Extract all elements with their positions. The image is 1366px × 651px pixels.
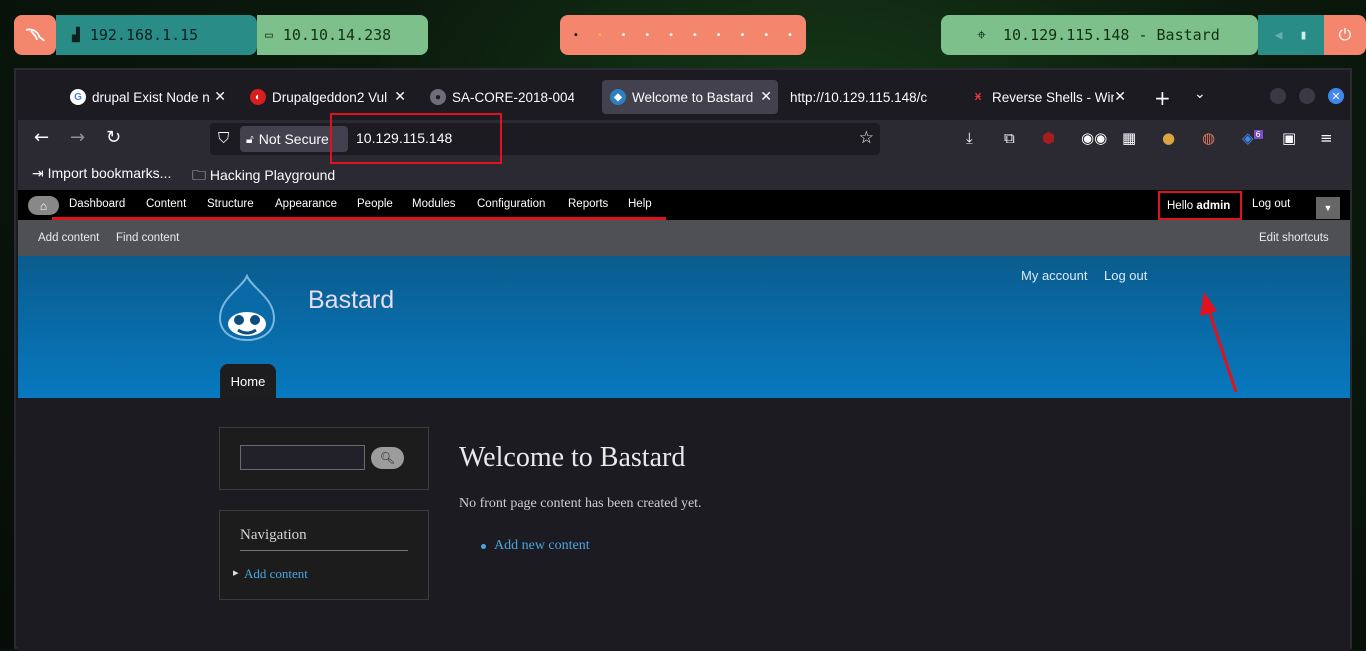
container-icon[interactable]: ▣ xyxy=(1282,129,1296,147)
import-icon: ⇥ xyxy=(32,165,44,181)
tab-sa-core[interactable]: ● SA-CORE-2018-004/ xyxy=(422,80,592,114)
workspace-5[interactable]: • xyxy=(668,30,674,41)
wappalyzer-icon[interactable]: ◈ 6 xyxy=(1242,129,1263,147)
tab-label: Drupalgeddon2 Vul xyxy=(272,89,388,105)
workspace-6[interactable]: • xyxy=(692,30,698,41)
tab-label: SA-CORE-2018-004/ xyxy=(452,89,574,105)
maximize-button[interactable] xyxy=(1299,88,1315,104)
desktop: ▟ 192.168.1.15 ▭ 10.10.14.238 • • • • • … xyxy=(0,0,1366,651)
shield-icon[interactable]: ⛉ xyxy=(218,129,229,147)
volume-icon: ◀ xyxy=(1274,27,1283,43)
browser-window: G drupal Exist Node n ✕ ◐ Drupalgeddon2 … xyxy=(14,68,1352,651)
bookmark-folder-hacking[interactable]: 🗀︎ Hacking Playground xyxy=(192,165,335,189)
extensions-icon[interactable]: ⧉ xyxy=(1004,129,1015,147)
download-icon[interactable]: ⤓ xyxy=(966,129,973,147)
drupal-icon: ◆ xyxy=(610,89,626,105)
status-widget: ◀ ▮ xyxy=(1258,15,1324,55)
local-ip-widget: ▟ 192.168.1.15 xyxy=(56,15,257,55)
workspace-9[interactable]: • xyxy=(763,30,769,41)
kali-dragon-icon xyxy=(25,28,45,42)
tab-http-target[interactable]: http://10.129.115.148/c xyxy=(782,80,942,114)
close-tab-icon[interactable]: ✕ xyxy=(760,88,772,105)
tab-label: http://10.129.115.148/c xyxy=(790,89,928,105)
google-icon: G xyxy=(70,89,86,105)
cookie-icon[interactable]: ● xyxy=(1162,129,1175,147)
not-secure-label: Not Secure xyxy=(258,131,329,147)
bookmark-folder-label: Hacking Playground xyxy=(209,167,336,183)
ublock-icon[interactable]: ⬢ xyxy=(1042,129,1055,147)
close-tab-icon[interactable]: ✕ xyxy=(214,88,226,105)
chevron-down-icon[interactable]: ⌄ xyxy=(1194,86,1206,102)
workspace-7[interactable]: • xyxy=(716,30,722,41)
folder-icon: 🗀︎ xyxy=(192,167,206,183)
network-icon: ▟ xyxy=(72,27,80,43)
workspace-8[interactable]: • xyxy=(739,30,745,41)
vpn-ip-widget: ▭ 10.10.14.238 xyxy=(257,15,428,55)
bookmarks-bar: ⇥ Import bookmarks... 🗀︎ Hacking Playgro… xyxy=(18,158,1350,190)
tab-drupal-exist-node[interactable]: G drupal Exist Node n ✕ xyxy=(62,80,232,114)
github-icon: ● xyxy=(430,89,446,105)
new-tab-icon[interactable]: + xyxy=(1154,86,1171,110)
close-tab-icon[interactable]: ✕ xyxy=(394,88,406,105)
foxyproxy-icon[interactable]: ◍ xyxy=(1202,129,1215,147)
page-viewport: ⌂ Dashboard Content Structure Appearance… xyxy=(18,190,1350,651)
workspace-10[interactable]: • xyxy=(787,30,793,41)
hacktricks-icon: Ӿ xyxy=(974,91,982,103)
minimize-button[interactable] xyxy=(1270,88,1286,104)
badge-count: 6 xyxy=(1253,130,1263,139)
qr-code-icon[interactable]: ▦ xyxy=(1122,129,1136,147)
tab-label: drupal Exist Node n xyxy=(92,89,210,105)
tab-reverse-shells[interactable]: Ӿ Reverse Shells - Win ✕ xyxy=(962,80,1132,114)
workspace-4[interactable]: • xyxy=(644,30,650,41)
navigation-bar: ← → ↻ ⛉ 🔓︎ Not Secure 10.129.115.148 ☆ ⤓… xyxy=(18,120,1350,158)
local-ip-text: 192.168.1.15 xyxy=(89,26,199,44)
hamburger-menu-icon[interactable]: ≡ xyxy=(1320,129,1333,147)
workspace-2[interactable]: • xyxy=(597,30,603,41)
bookmark-star-icon[interactable]: ☆ xyxy=(859,128,874,148)
workspace-switcher[interactable]: • • • • • • • • • • xyxy=(560,15,806,55)
target-text: 10.129.115.148 - Bastard xyxy=(1003,26,1220,44)
kali-menu-button[interactable] xyxy=(14,15,56,55)
tab-bar: G drupal Exist Node n ✕ ◐ Drupalgeddon2 … xyxy=(16,70,1350,120)
crosshair-icon: ⌖ xyxy=(977,25,987,44)
tab-label: Welcome to Bastard xyxy=(632,89,754,105)
battery-icon: ▮ xyxy=(1299,27,1308,43)
tab-label: Reverse Shells - Win xyxy=(992,89,1114,105)
back-icon[interactable]: ← xyxy=(34,127,49,148)
laptop-icon: ▭ xyxy=(265,27,273,43)
power-button[interactable]: ⏻ xyxy=(1324,15,1366,55)
tab-welcome-bastard[interactable]: ◆ Welcome to Bastard ✕ xyxy=(602,80,778,114)
close-tab-icon[interactable]: ✕ xyxy=(1114,88,1126,105)
drupalgeddon-icon: ◐ xyxy=(250,89,266,105)
reload-icon[interactable]: ↻ xyxy=(106,127,121,148)
tab-drupalgeddon2[interactable]: ◐ Drupalgeddon2 Vul ✕ xyxy=(242,80,412,114)
url-bar[interactable]: ⛉ 🔓︎ Not Secure 10.129.115.148 ☆ xyxy=(210,123,880,155)
target-widget: ⌖ 10.129.115.148 - Bastard xyxy=(941,15,1258,55)
import-bookmarks-link[interactable]: ⇥ Import bookmarks... xyxy=(32,165,171,182)
url-highlight-box xyxy=(330,113,502,164)
power-icon: ⏻ xyxy=(1338,25,1352,44)
import-bookmarks-label: Import bookmarks... xyxy=(47,165,172,181)
workspace-3[interactable]: • xyxy=(620,30,626,41)
vpn-ip-text: 10.10.14.238 xyxy=(282,26,392,44)
privacy-glasses-icon[interactable]: ◉◉ xyxy=(1081,129,1107,147)
lock-icon: 🔓︎ xyxy=(246,131,254,146)
close-window-button[interactable]: ✕ xyxy=(1328,88,1344,104)
annotation-arrow xyxy=(1200,292,1238,393)
forward-icon[interactable]: → xyxy=(70,127,85,148)
workspace-1[interactable]: • xyxy=(573,30,579,41)
